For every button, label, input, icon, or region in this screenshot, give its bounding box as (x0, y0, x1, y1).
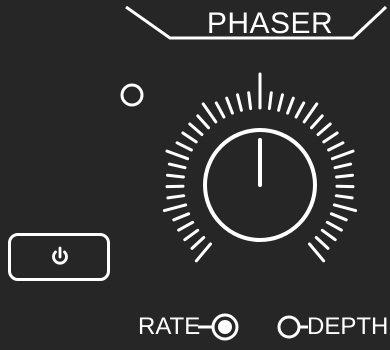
effect-title: PHASER (206, 7, 334, 40)
scale-tick (325, 220, 343, 232)
scale-tick (177, 220, 195, 232)
scale-tick (166, 173, 185, 179)
scale-tick (167, 162, 187, 170)
scale-tick (162, 203, 188, 213)
scale-tick (183, 228, 200, 242)
scale-tick (166, 194, 186, 200)
scale-tick (247, 91, 253, 111)
scale-tick (333, 162, 353, 170)
scale-tick (181, 131, 198, 144)
scale-tick (329, 212, 348, 222)
scale-tick (172, 212, 191, 222)
rate-knob[interactable] (203, 128, 317, 242)
scale-tick (314, 236, 330, 250)
scale-tick (225, 96, 234, 115)
scale-tick (332, 203, 358, 213)
scale-tick (165, 149, 190, 161)
scale-tick (302, 102, 319, 124)
scale-tick (188, 122, 204, 136)
scale-tick (308, 242, 326, 263)
rate-radio-dot (218, 320, 232, 334)
power-button[interactable] (8, 233, 110, 281)
scale-tick (335, 173, 354, 179)
scale-tick (327, 141, 345, 152)
scale-tick (196, 114, 210, 130)
scale-tick (277, 93, 284, 112)
scale-tick (320, 228, 337, 242)
scale-tick (330, 149, 355, 161)
scale-tick (201, 102, 218, 124)
status-led (120, 83, 144, 107)
scale-tick (316, 122, 332, 136)
scale-tick (190, 236, 206, 250)
depth-label: DEPTH (307, 313, 389, 340)
rate-label: RATE (138, 313, 201, 340)
scale-tick (294, 101, 306, 119)
scale-tick (236, 93, 243, 112)
scale-tick (214, 101, 226, 119)
scale-tick (322, 131, 339, 144)
scale-tick (194, 242, 212, 263)
depth-radio-outer[interactable] (277, 315, 301, 339)
scale-tick (267, 91, 273, 111)
scale-tick (310, 114, 324, 130)
scale-tick (286, 96, 295, 115)
scale-tick (175, 141, 193, 152)
phaser-panel (52, 5, 388, 341)
depth-selector[interactable] (277, 315, 308, 339)
scale-tick (334, 194, 354, 200)
rate-selector[interactable] (198, 313, 239, 341)
